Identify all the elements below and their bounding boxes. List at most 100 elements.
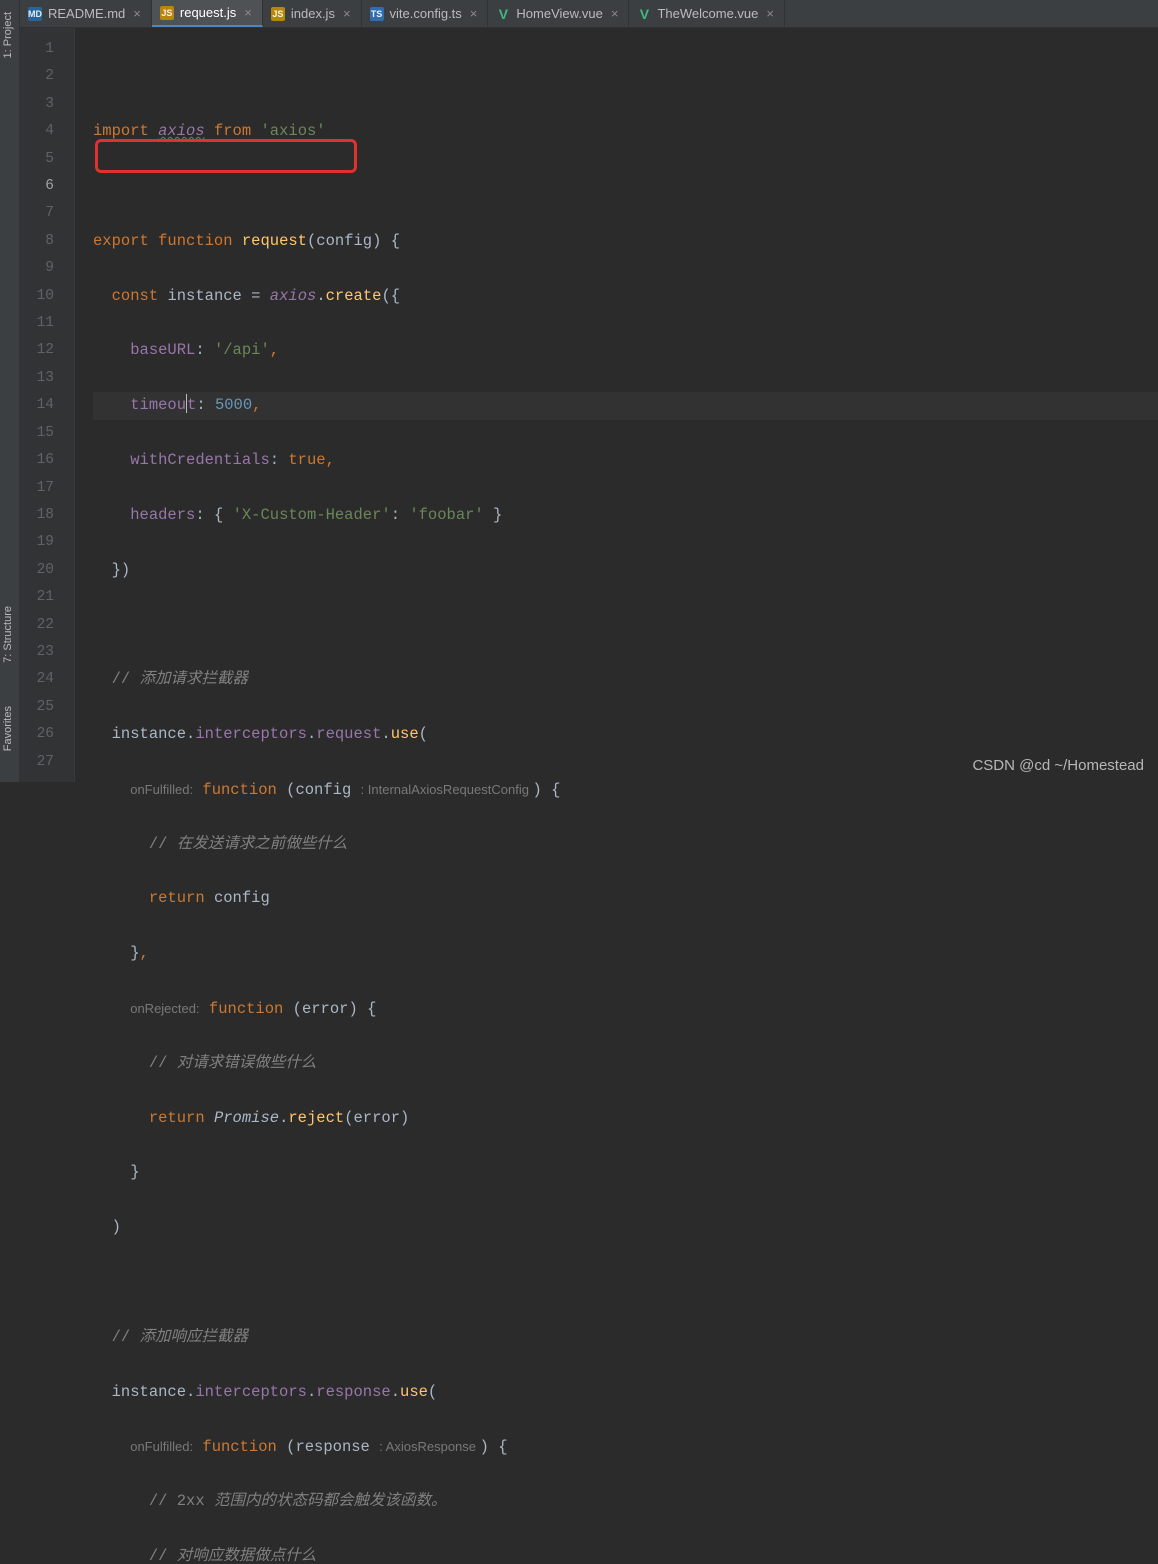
prop-interceptors-2: interceptors (195, 1383, 307, 1401)
vue-file-icon: V (637, 7, 651, 21)
editor-tabs-bar: MD README.md × JS request.js × JS index.js × TS vi… (20, 0, 1158, 28)
header-val: 'foobar' (409, 506, 483, 524)
line-number: 4 (20, 118, 74, 145)
tab-label: request.js (180, 5, 236, 20)
tab-label: README.md (48, 6, 125, 21)
param-error: error (302, 1000, 349, 1018)
editor-tab-thewelcome-vue[interactable]: V TheWelcome.vue × (629, 0, 785, 27)
method-reject: reject (288, 1109, 344, 1127)
inlay-type-13: : InternalAxiosRequestConfig (361, 782, 533, 797)
line-number: 20 (20, 557, 74, 584)
line-number: 17 (20, 475, 74, 502)
inlay-type-25: : AxiosResponse (379, 1439, 479, 1454)
comment-slashes-14: // (149, 835, 177, 853)
prop-baseurl: baseURL (130, 341, 195, 359)
param-response: response (295, 1438, 369, 1456)
prop-interceptors: interceptors (195, 725, 307, 743)
close-icon[interactable]: × (766, 6, 774, 21)
editor-tab-index-js[interactable]: JS index.js × (263, 0, 362, 27)
comment-26-a: // 2xx (149, 1492, 214, 1510)
inlay-onfulfilled: onFulfilled: (130, 782, 193, 797)
op-eq: = (251, 287, 260, 305)
comment-text-18: 对请求错误做些什么 (177, 1054, 317, 1072)
ident-promise: Promise (214, 1109, 279, 1127)
param-config: config (316, 232, 372, 250)
code-area[interactable]: import axios from 'axios' export functio… (75, 28, 1158, 782)
kw-function-17: function (209, 1000, 283, 1018)
prop-response: response (316, 1383, 390, 1401)
line-number: 23 (20, 639, 74, 666)
method-use: use (391, 725, 419, 743)
line-number: 15 (20, 420, 74, 447)
kw-function-25: function (202, 1438, 276, 1456)
comment-text-14: 在发送请求之前做些什么 (177, 835, 348, 853)
close-icon[interactable]: × (133, 6, 141, 21)
close-icon[interactable]: × (470, 6, 478, 21)
header-key: 'X-Custom-Header' (233, 506, 391, 524)
line-number: 3 (20, 91, 74, 118)
line-number: 1 (20, 36, 74, 63)
kw-return-19: return (149, 1109, 205, 1127)
left-tool-sidebar: 1: Project 7: Structure Favorites (0, 0, 20, 782)
line-number: 5 (20, 146, 74, 173)
ident-instance-2: instance (112, 725, 186, 743)
code-editor[interactable]: 1234567891011121314151617181920212223242… (20, 28, 1158, 782)
method-use-2: use (400, 1383, 428, 1401)
line-number: 7 (20, 200, 74, 227)
line-number: 27 (20, 749, 74, 776)
js-file-icon: JS (160, 6, 174, 20)
line-number-gutter: 1234567891011121314151617181920212223242… (20, 28, 75, 782)
val-true: true (288, 451, 325, 469)
md-file-icon: MD (28, 7, 42, 21)
tab-label: TheWelcome.vue (657, 6, 758, 21)
keyword-import: import (93, 122, 149, 140)
string-axios: 'axios' (260, 122, 325, 140)
comment-slashes-11: // (112, 670, 140, 688)
line-number: 12 (20, 337, 74, 364)
ident-instance-3: instance (112, 1383, 186, 1401)
line-number: 22 (20, 612, 74, 639)
inlay-onfulfilled-2: onFulfilled: (130, 1439, 193, 1454)
line-number: 19 (20, 529, 74, 556)
ident-error-19: error (354, 1109, 401, 1127)
identifier-axios: axios (158, 122, 205, 140)
line-number: 2 (20, 63, 74, 90)
editor-tab-request-js[interactable]: JS request.js × (152, 0, 263, 27)
close-icon[interactable]: × (343, 6, 351, 21)
sidebar-tab-favorites[interactable]: Favorites (0, 700, 20, 757)
vue-file-icon: V (496, 7, 510, 21)
editor-tab-readme-md[interactable]: MD README.md × (20, 0, 152, 27)
close-icon[interactable]: × (244, 5, 252, 20)
tab-label: index.js (291, 6, 335, 21)
func-request: request (242, 232, 307, 250)
comment-text-27: 对响应数据做点什么 (177, 1547, 317, 1564)
line-number: 13 (20, 365, 74, 392)
keyword-export: export (93, 232, 149, 250)
sidebar-tab-structure[interactable]: 7: Structure (0, 600, 20, 669)
comment-slashes-27: // (149, 1547, 177, 1564)
prop-headers: headers (130, 506, 195, 524)
js-file-icon: JS (271, 7, 285, 21)
tab-label: vite.config.ts (390, 6, 462, 21)
kw-return-15: return (149, 889, 205, 907)
line-number: 14 (20, 392, 74, 419)
line-number: 18 (20, 502, 74, 529)
inlay-onrejected: onRejected: (130, 1001, 199, 1016)
line-number: 11 (20, 310, 74, 337)
keyword-function: function (158, 232, 232, 250)
editor-tab-homeview-vue[interactable]: VHomeView.vue× (488, 0, 629, 27)
ts-file-icon: TS (370, 7, 384, 21)
close-icon[interactable]: × (611, 6, 619, 21)
param-config-13: config (295, 781, 351, 799)
comment-26-b: 范围内的状态码都会触发该函数。 (214, 1492, 447, 1510)
line-number: 25 (20, 694, 74, 721)
prop-withcred: withCredentials (130, 451, 270, 469)
sidebar-tab-project[interactable]: 1: Project (0, 6, 20, 64)
kw-function-13: function (202, 781, 276, 799)
line-number: 21 (20, 584, 74, 611)
comment-text-11: 添加请求拦截器 (140, 670, 249, 688)
prop-request: request (316, 725, 381, 743)
comment-slashes-23: // (112, 1328, 140, 1346)
keyword-const: const (112, 287, 159, 305)
editor-tab-vite-config-ts[interactable]: TS vite.config.ts × (362, 0, 489, 27)
